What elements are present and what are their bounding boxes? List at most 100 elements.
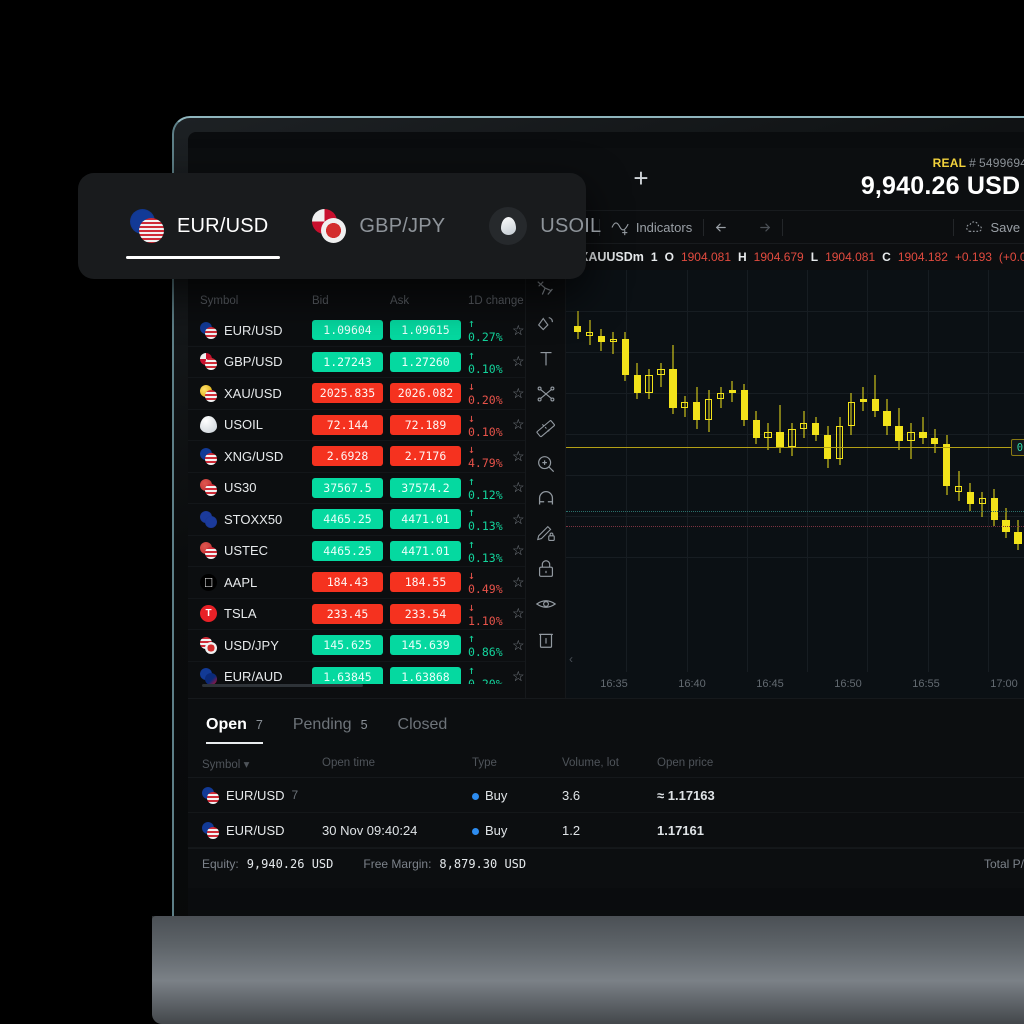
bid-price[interactable]: 233.45 bbox=[312, 603, 383, 624]
watchlist-scrollbar[interactable] bbox=[188, 684, 525, 698]
account-widget[interactable]: REAL#54996943 9,940.26 USD▾ bbox=[861, 156, 1024, 201]
ask-price[interactable]: 72.189 bbox=[390, 414, 461, 435]
account-id-line: REAL#54996943 bbox=[861, 156, 1024, 170]
symbol-tab-usoil[interactable]: USOIL bbox=[467, 173, 623, 279]
bid-price[interactable]: 1.27243 bbox=[312, 351, 383, 372]
watchlist-row[interactable]: XAU/USD 2025.835 2026.082 ↓ 0.20% ☆ bbox=[188, 378, 525, 410]
ohlc-h-value: 1904.679 bbox=[753, 250, 804, 264]
pitchfork-icon[interactable] bbox=[535, 383, 557, 405]
candlestick bbox=[942, 270, 951, 598]
candlestick bbox=[954, 270, 963, 598]
watchlist-row[interactable]:  AAPL 184.43 184.55 ↓ 0.49% ☆ bbox=[188, 567, 525, 599]
add-tab-button[interactable]: + bbox=[628, 165, 654, 192]
watchlist-row[interactable]: USD/JPY 145.625 145.639 ↑ 0.86% ☆ bbox=[188, 630, 525, 662]
lock-icon[interactable] bbox=[535, 558, 557, 580]
watchlist-symbol: EUR/AUD bbox=[200, 668, 312, 684]
candlestick bbox=[585, 270, 594, 598]
ask-price[interactable]: 1.27260 bbox=[390, 351, 461, 372]
watchlist-row[interactable]: EUR/USD 1.09604 1.09615 ↑ 0.27% ☆ bbox=[188, 315, 525, 347]
bid-price[interactable]: 1.09604 bbox=[312, 320, 383, 341]
trash-icon[interactable] bbox=[535, 628, 557, 650]
eye-icon[interactable] bbox=[535, 593, 557, 615]
watchlist-row[interactable]: US30 37567.5 37574.2 ↑ 0.12% ☆ bbox=[188, 473, 525, 504]
watchlist-symbol:  AAPL bbox=[200, 573, 312, 591]
ask-price[interactable]: 2026.082 bbox=[390, 383, 461, 404]
order-row[interactable]: EUR/USD 30 Nov 09:40:24 Buy 1.2 1.17161 bbox=[188, 813, 1024, 848]
flag-eur-usd-icon bbox=[202, 821, 219, 839]
zoom-icon[interactable] bbox=[535, 453, 557, 475]
ask-price[interactable]: 2.7176 bbox=[390, 446, 461, 467]
watchlist-rows: EUR/USD 1.09604 1.09615 ↑ 0.27% ☆ GBP/USD 1.27… bbox=[188, 315, 525, 684]
favorite-star-icon[interactable]: ☆ bbox=[512, 511, 525, 528]
favorite-star-icon[interactable]: ☆ bbox=[512, 385, 525, 402]
order-row[interactable]: EUR/USD 7 Buy 3.6 ≈ 1.17163 bbox=[188, 778, 1024, 813]
bid-price[interactable]: 2.6928 bbox=[312, 446, 383, 467]
orders-tab-closed[interactable]: Closed bbox=[398, 699, 448, 751]
ask-price[interactable]: 145.639 bbox=[390, 635, 461, 656]
favorite-star-icon[interactable]: ☆ bbox=[512, 605, 525, 622]
favorite-star-icon[interactable]: ☆ bbox=[512, 668, 525, 684]
watchlist-row[interactable]: T TSLA 233.45 233.54 ↓ 1.10% ☆ bbox=[188, 599, 525, 630]
symbol-tab-gbp-jpy[interactable]: GBP/JPY bbox=[290, 173, 467, 279]
magnet-icon[interactable] bbox=[535, 488, 557, 510]
order-symbol: EUR/USD 7 bbox=[202, 786, 322, 804]
chevron-left-icon[interactable]: ‹ bbox=[569, 652, 573, 666]
watchlist-row[interactable]: GBP/USD 1.27243 1.27260 ↑ 0.10% ☆ bbox=[188, 347, 525, 378]
price-chart[interactable]: ‹ 16:35 16:40 16:45 16:50 16:55 17:00 0.20 bbox=[566, 270, 1024, 698]
candlestick bbox=[966, 270, 975, 598]
favorite-star-icon[interactable]: ☆ bbox=[512, 637, 525, 654]
symbol-tab-eur-usd[interactable]: EUR/USD bbox=[108, 173, 290, 279]
bid-price[interactable]: 37567.5 bbox=[312, 477, 383, 498]
pencil-lock-icon[interactable] bbox=[535, 523, 557, 545]
bid-price[interactable]: 145.625 bbox=[312, 635, 383, 656]
bid-price[interactable]: 4465.25 bbox=[312, 509, 383, 530]
save-button[interactable]: Save ⌄ bbox=[954, 211, 1024, 243]
ask-price[interactable]: 37574.2 bbox=[390, 477, 461, 498]
symbol-label: XNG/USD bbox=[224, 448, 284, 464]
watchlist-row[interactable]: EUR/AUD 1.63845 1.63868 ↑ 0.20% ☆ bbox=[188, 662, 525, 684]
bid-price[interactable]: 1.63845 bbox=[312, 666, 383, 684]
favorite-star-icon[interactable]: ☆ bbox=[512, 322, 525, 339]
watchlist-row[interactable]: STOXX50 4465.25 4471.01 ↑ 0.13% ☆ bbox=[188, 504, 525, 536]
ask-price[interactable]: 4471.01 bbox=[390, 509, 461, 530]
text-tool-icon[interactable] bbox=[535, 348, 557, 370]
tesla-logo-icon: T bbox=[200, 605, 217, 623]
watchlist-row[interactable]: USTEC 4465.25 4471.01 ↑ 0.13% ☆ bbox=[188, 536, 525, 567]
bid-price[interactable]: 184.43 bbox=[312, 572, 383, 593]
change-percent: ↓ 0.49% bbox=[468, 568, 503, 597]
oil-drop-icon bbox=[200, 416, 217, 434]
favorite-star-icon[interactable]: ☆ bbox=[512, 353, 525, 370]
ruler-icon[interactable] bbox=[535, 418, 557, 440]
column-symbol[interactable]: Symbol ▾ bbox=[202, 757, 322, 771]
candlestick bbox=[574, 270, 582, 598]
favorite-star-icon[interactable]: ☆ bbox=[512, 542, 525, 559]
undo-icon[interactable] bbox=[704, 211, 743, 243]
favorite-star-icon[interactable]: ☆ bbox=[512, 574, 525, 591]
orders-tab-pending[interactable]: Pending 5 bbox=[293, 699, 368, 751]
watchlist-row[interactable]: USOIL 72.144 72.189 ↓ 0.10% ☆ bbox=[188, 410, 525, 441]
ask-price[interactable]: 4471.01 bbox=[390, 540, 461, 561]
favorite-star-icon[interactable]: ☆ bbox=[512, 448, 525, 465]
redo-icon[interactable] bbox=[743, 211, 782, 243]
orders-tab-open[interactable]: Open 7 bbox=[206, 699, 263, 751]
favorite-star-icon[interactable]: ☆ bbox=[512, 416, 525, 433]
bid-price[interactable]: 4465.25 bbox=[312, 540, 383, 561]
watchlist-row[interactable]: XNG/USD 2.6928 2.7176 ↓ 4.79% ☆ bbox=[188, 441, 525, 473]
crosshair-cursor-icon[interactable] bbox=[535, 278, 557, 300]
ask-price[interactable]: 233.54 bbox=[390, 603, 461, 624]
ask-price[interactable]: 1.09615 bbox=[390, 320, 461, 341]
favorite-star-icon[interactable]: ☆ bbox=[512, 479, 525, 496]
bid-price[interactable]: 2025.835 bbox=[312, 383, 383, 404]
bid-price[interactable]: 72.144 bbox=[312, 414, 383, 435]
candlestick bbox=[871, 270, 879, 598]
watchlist-symbol: USTEC bbox=[200, 542, 312, 560]
ask-price[interactable]: 1.63868 bbox=[390, 666, 461, 684]
ohlc-o-value: 1904.081 bbox=[680, 250, 731, 264]
candlestick bbox=[657, 270, 665, 598]
candlestick bbox=[681, 270, 689, 598]
ask-price[interactable]: 184.55 bbox=[390, 572, 461, 593]
flag-eur-aud-icon bbox=[200, 668, 217, 684]
order-open-price: 1.17161 bbox=[657, 822, 704, 838]
orders-tab-label: Pending bbox=[292, 716, 352, 733]
shapes-icon[interactable] bbox=[535, 313, 557, 335]
